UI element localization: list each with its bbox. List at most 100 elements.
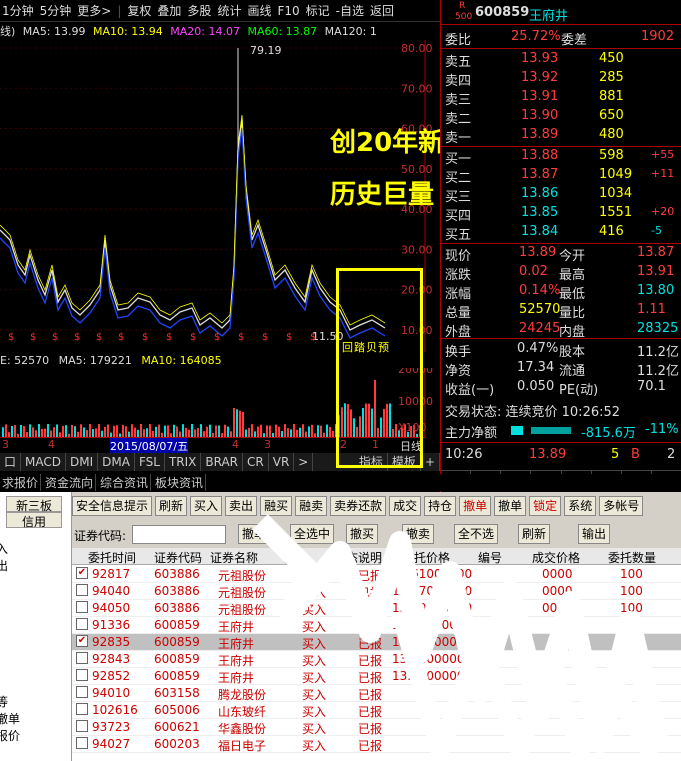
nav-item[interactable]: 报价 bbox=[0, 727, 20, 744]
toolbar-item[interactable]: 叠加 bbox=[157, 2, 181, 19]
nav-item[interactable]: 撤单 bbox=[0, 710, 20, 727]
dividend-marker: $ bbox=[190, 332, 196, 343]
bid-price[interactable]: 13.87 bbox=[521, 167, 558, 182]
row-checkbox[interactable] bbox=[76, 720, 88, 732]
cell-code: 603886 bbox=[154, 567, 200, 581]
ask-label: 卖四 bbox=[445, 74, 472, 89]
ask-price[interactable]: 13.92 bbox=[521, 70, 558, 85]
cell-time: 94050 bbox=[92, 601, 131, 615]
indicator-tab[interactable]: VR bbox=[269, 453, 295, 471]
bid-price[interactable]: 13.86 bbox=[521, 186, 558, 201]
indicator-tab[interactable]: BRAR bbox=[201, 453, 244, 471]
cell-time: 92843 bbox=[92, 652, 131, 666]
toolbar-item[interactable]: 画线 bbox=[247, 2, 271, 19]
tick-count: 2 bbox=[667, 447, 676, 462]
ma120-label: MA120: 1 bbox=[324, 25, 377, 38]
ask-volume: 480 bbox=[599, 127, 624, 142]
bottom-link-bar: 求报价 资金流向 综合资讯 板块资讯 bbox=[0, 474, 681, 491]
trade-button[interactable]: 安全信息提示 bbox=[72, 496, 153, 516]
ask-price[interactable]: 13.90 bbox=[521, 108, 558, 123]
indicator-tab[interactable]: 口 bbox=[0, 453, 22, 471]
left-nav: 求报价 资金流向 综合资讯 板块资讯新三板 信用入出等撤单 报价 bbox=[0, 474, 681, 761]
volume-bar bbox=[200, 424, 202, 438]
toolbar-item[interactable]: 多股 bbox=[187, 2, 211, 19]
indicator-tab[interactable]: DMI bbox=[66, 453, 99, 471]
volume-bar bbox=[302, 424, 304, 438]
row-checkbox[interactable]: ✔ bbox=[76, 635, 88, 647]
cell-name: 王府井 bbox=[218, 671, 255, 685]
tab-neeq[interactable]: 新三板 bbox=[6, 496, 62, 513]
row-checkbox[interactable] bbox=[76, 652, 88, 664]
volume-bar bbox=[29, 424, 31, 438]
indicator-tab[interactable]: MACD bbox=[21, 453, 66, 471]
ask-price[interactable]: 13.89 bbox=[521, 127, 558, 142]
indicator-tab[interactable]: CR bbox=[243, 453, 269, 471]
toolbar-item[interactable]: 1分钟 bbox=[2, 2, 34, 19]
cell-time: 93723 bbox=[92, 720, 131, 734]
dividend-marker: $ bbox=[310, 332, 316, 343]
stock-name: 王府井 bbox=[529, 9, 569, 24]
chart-toolbar: 1分钟 5分钟 更多> | 复权 叠加 多股 统计 画线 F10 标记 -自选 返回 bbox=[0, 0, 440, 22]
vol-value: E: 52570 bbox=[0, 354, 50, 367]
info-link[interactable]: 综合资讯 bbox=[98, 474, 152, 491]
row-checkbox[interactable] bbox=[76, 703, 88, 715]
bid-change: +20 bbox=[651, 205, 675, 218]
cell-code: 603886 bbox=[154, 601, 200, 615]
stat2-row: 收益(一) 0.050 PE(动) 70.1 bbox=[441, 378, 681, 398]
toolbar-item[interactable]: 更多> bbox=[77, 2, 111, 19]
stat-value: 70.1 bbox=[637, 379, 666, 394]
dividend-marker: $ bbox=[52, 332, 58, 343]
dividend-marker: $ bbox=[214, 332, 220, 343]
toolbar-item[interactable]: 返回 bbox=[370, 2, 394, 19]
ask-price[interactable]: 13.93 bbox=[521, 51, 558, 66]
ask-volume: 285 bbox=[599, 70, 624, 85]
info-link[interactable]: 板块资讯 bbox=[153, 474, 207, 491]
dividend-marker: $ bbox=[96, 332, 102, 343]
bid-price[interactable]: 13.88 bbox=[521, 148, 558, 163]
row-checkbox[interactable]: ✔ bbox=[76, 567, 88, 579]
volume-bar bbox=[242, 412, 244, 438]
highlight-box bbox=[336, 268, 423, 468]
row-checkbox[interactable] bbox=[76, 584, 88, 596]
trade-button[interactable]: 刷新 bbox=[155, 496, 188, 516]
info-link[interactable]: 求报价 bbox=[0, 474, 42, 491]
stat-row: 总量 52570 量比 1.11 bbox=[441, 301, 681, 321]
toolbar-item[interactable]: 5分钟 bbox=[40, 2, 72, 19]
dividend-marker: $ bbox=[238, 332, 244, 343]
toolbar-item[interactable]: F10 bbox=[277, 4, 299, 18]
volume-bar bbox=[191, 424, 193, 438]
info-link[interactable]: 资金流向 bbox=[43, 474, 97, 491]
row-checkbox[interactable] bbox=[76, 686, 88, 698]
indicator-action[interactable]: + bbox=[421, 453, 440, 471]
volume-bar bbox=[149, 424, 151, 438]
toolbar-item[interactable]: 复权 bbox=[127, 2, 151, 19]
nav-item[interactable]: 出 bbox=[0, 557, 8, 574]
stat-value: 13.87 bbox=[637, 245, 675, 260]
toolbar-item[interactable]: 统计 bbox=[217, 2, 241, 19]
cell-code: 600859 bbox=[154, 669, 200, 683]
row-checkbox[interactable] bbox=[76, 618, 88, 630]
row-checkbox[interactable] bbox=[76, 737, 88, 749]
indicator-tab[interactable]: TRIX bbox=[165, 453, 202, 471]
toolbar-item[interactable]: -自选 bbox=[336, 2, 364, 19]
trade-button[interactable]: 买入 bbox=[190, 496, 223, 516]
nav-item[interactable]: 等 bbox=[0, 693, 8, 710]
stat-value: 52570 bbox=[519, 302, 561, 317]
row-checkbox[interactable] bbox=[76, 669, 88, 681]
bid-row: 买三 13.86 1034 bbox=[441, 185, 681, 205]
toolbar-item[interactable]: 标记 bbox=[306, 2, 330, 19]
cell-name: 王府井 bbox=[218, 637, 255, 651]
indicator-tab[interactable]: DMA bbox=[98, 453, 135, 471]
column-header[interactable]: 委托时间 bbox=[88, 549, 136, 566]
ask-price[interactable]: 13.91 bbox=[521, 89, 558, 104]
tab-credit[interactable]: 信用 bbox=[6, 512, 62, 529]
nav-item[interactable]: 入 bbox=[0, 540, 8, 557]
indicator-tab[interactable]: FSL bbox=[135, 453, 165, 471]
column-header[interactable]: 证券代码 bbox=[154, 549, 202, 566]
code-input[interactable] bbox=[132, 525, 226, 544]
weibi-row: 委比 25.72% 委差 1902 bbox=[441, 28, 681, 48]
row-checkbox[interactable] bbox=[76, 601, 88, 613]
bid-price[interactable]: 13.84 bbox=[521, 224, 558, 239]
bid-price[interactable]: 13.85 bbox=[521, 205, 558, 220]
indicator-tab[interactable]: > bbox=[294, 453, 314, 471]
